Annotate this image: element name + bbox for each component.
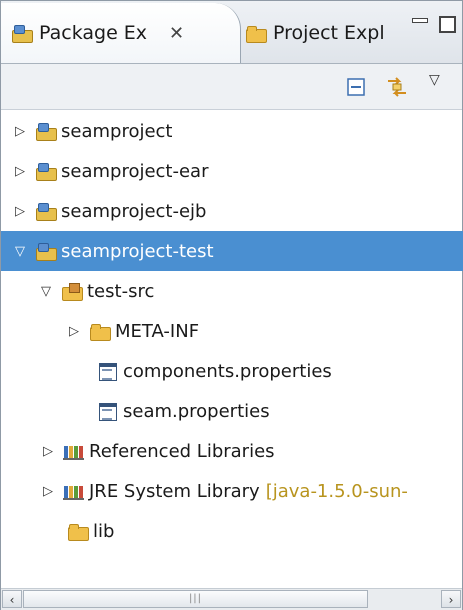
tree-item-components-properties[interactable]: components.properties: [1, 351, 463, 391]
collapse-all-icon[interactable]: [347, 78, 365, 96]
view-menu-icon[interactable]: ▽: [429, 72, 440, 88]
tree-item-label: JRE System Library: [89, 480, 260, 502]
folder-icon: [89, 321, 111, 341]
tree-item-label: seamproject: [61, 120, 173, 142]
view-controls: [410, 15, 456, 33]
tree-item-label: seamproject-ear: [61, 160, 209, 182]
expand-arrow-icon[interactable]: ▷: [13, 124, 27, 139]
expand-arrow-icon[interactable]: ▷: [41, 484, 55, 499]
tree-item-referenced-libraries[interactable]: ▷ Referenced Libraries: [1, 431, 463, 471]
library-icon: [63, 441, 85, 461]
tree-item-seamproject[interactable]: ▷ seamproject: [1, 111, 463, 151]
properties-file-icon: [97, 361, 119, 381]
scroll-left-button[interactable]: ‹: [2, 590, 22, 608]
horizontal-scrollbar[interactable]: ‹ ›: [1, 588, 462, 610]
properties-file-icon: [97, 401, 119, 421]
project-explorer-icon: [245, 23, 267, 43]
expand-arrow-icon[interactable]: ▷: [13, 164, 27, 179]
tree-item-meta-inf[interactable]: ▷ META-INF: [1, 311, 463, 351]
view-tab-strip: Package Ex ✕ Project Expl: [1, 1, 462, 64]
ear-project-icon: [35, 161, 57, 181]
expand-arrow-icon[interactable]: ▷: [41, 444, 55, 459]
java-project-icon: [35, 241, 57, 261]
tab-project-explorer[interactable]: Project Expl: [231, 3, 399, 63]
ejb-project-icon: [35, 201, 57, 221]
package-explorer-view: Package Ex ✕ Project Expl ▽ ▷ seamprojec…: [0, 0, 463, 610]
package-explorer-icon: [11, 23, 33, 43]
tree-item-seamproject-test[interactable]: ▽ seamproject-test: [1, 231, 463, 271]
folder-icon: [67, 521, 89, 541]
scrollbar-thumb[interactable]: [23, 590, 368, 608]
link-with-editor-icon[interactable]: [385, 75, 409, 99]
tab-project-explorer-label: Project Expl: [273, 22, 385, 44]
maximize-icon[interactable]: [438, 15, 456, 33]
collapse-arrow-icon[interactable]: ▽: [13, 244, 27, 259]
close-tab-icon[interactable]: ✕: [169, 23, 184, 44]
tree-item-seam-properties[interactable]: seam.properties: [1, 391, 463, 431]
tree-item-label: seamproject-test: [61, 240, 214, 262]
tree-item-seamproject-ear[interactable]: ▷ seamproject-ear: [1, 151, 463, 191]
tree-item-label: seamproject-ejb: [61, 200, 207, 222]
tab-package-explorer-label: Package Ex: [39, 22, 148, 44]
expand-arrow-icon[interactable]: ▷: [67, 324, 81, 339]
minimize-icon[interactable]: [410, 15, 428, 33]
expand-arrow-icon[interactable]: ▷: [13, 204, 27, 219]
tree-item-decoration: [java-1.5.0-sun-: [265, 480, 408, 502]
tree-item-seamproject-ejb[interactable]: ▷ seamproject-ejb: [1, 191, 463, 231]
tree-item-jre-system-library[interactable]: ▷ JRE System Library [java-1.5.0-sun-: [1, 471, 463, 511]
tree-item-label: test-src: [87, 280, 155, 302]
tree-item-lib[interactable]: lib: [1, 511, 463, 551]
tree-item-label: lib: [93, 520, 115, 542]
collapse-arrow-icon[interactable]: ▽: [39, 284, 53, 299]
java-project-icon: [35, 121, 57, 141]
library-icon: [63, 481, 85, 501]
view-toolbar: ▽: [1, 64, 462, 110]
source-folder-icon: [61, 281, 83, 301]
tree-item-label: Referenced Libraries: [89, 440, 275, 462]
tab-package-explorer[interactable]: Package Ex ✕: [1, 3, 241, 63]
tree-item-label: seam.properties: [123, 400, 270, 422]
tree-item-label: components.properties: [123, 360, 332, 382]
tree-item-label: META-INF: [115, 320, 200, 342]
tree-item-test-src[interactable]: ▽ test-src: [1, 271, 463, 311]
scroll-right-button[interactable]: ›: [441, 590, 461, 608]
